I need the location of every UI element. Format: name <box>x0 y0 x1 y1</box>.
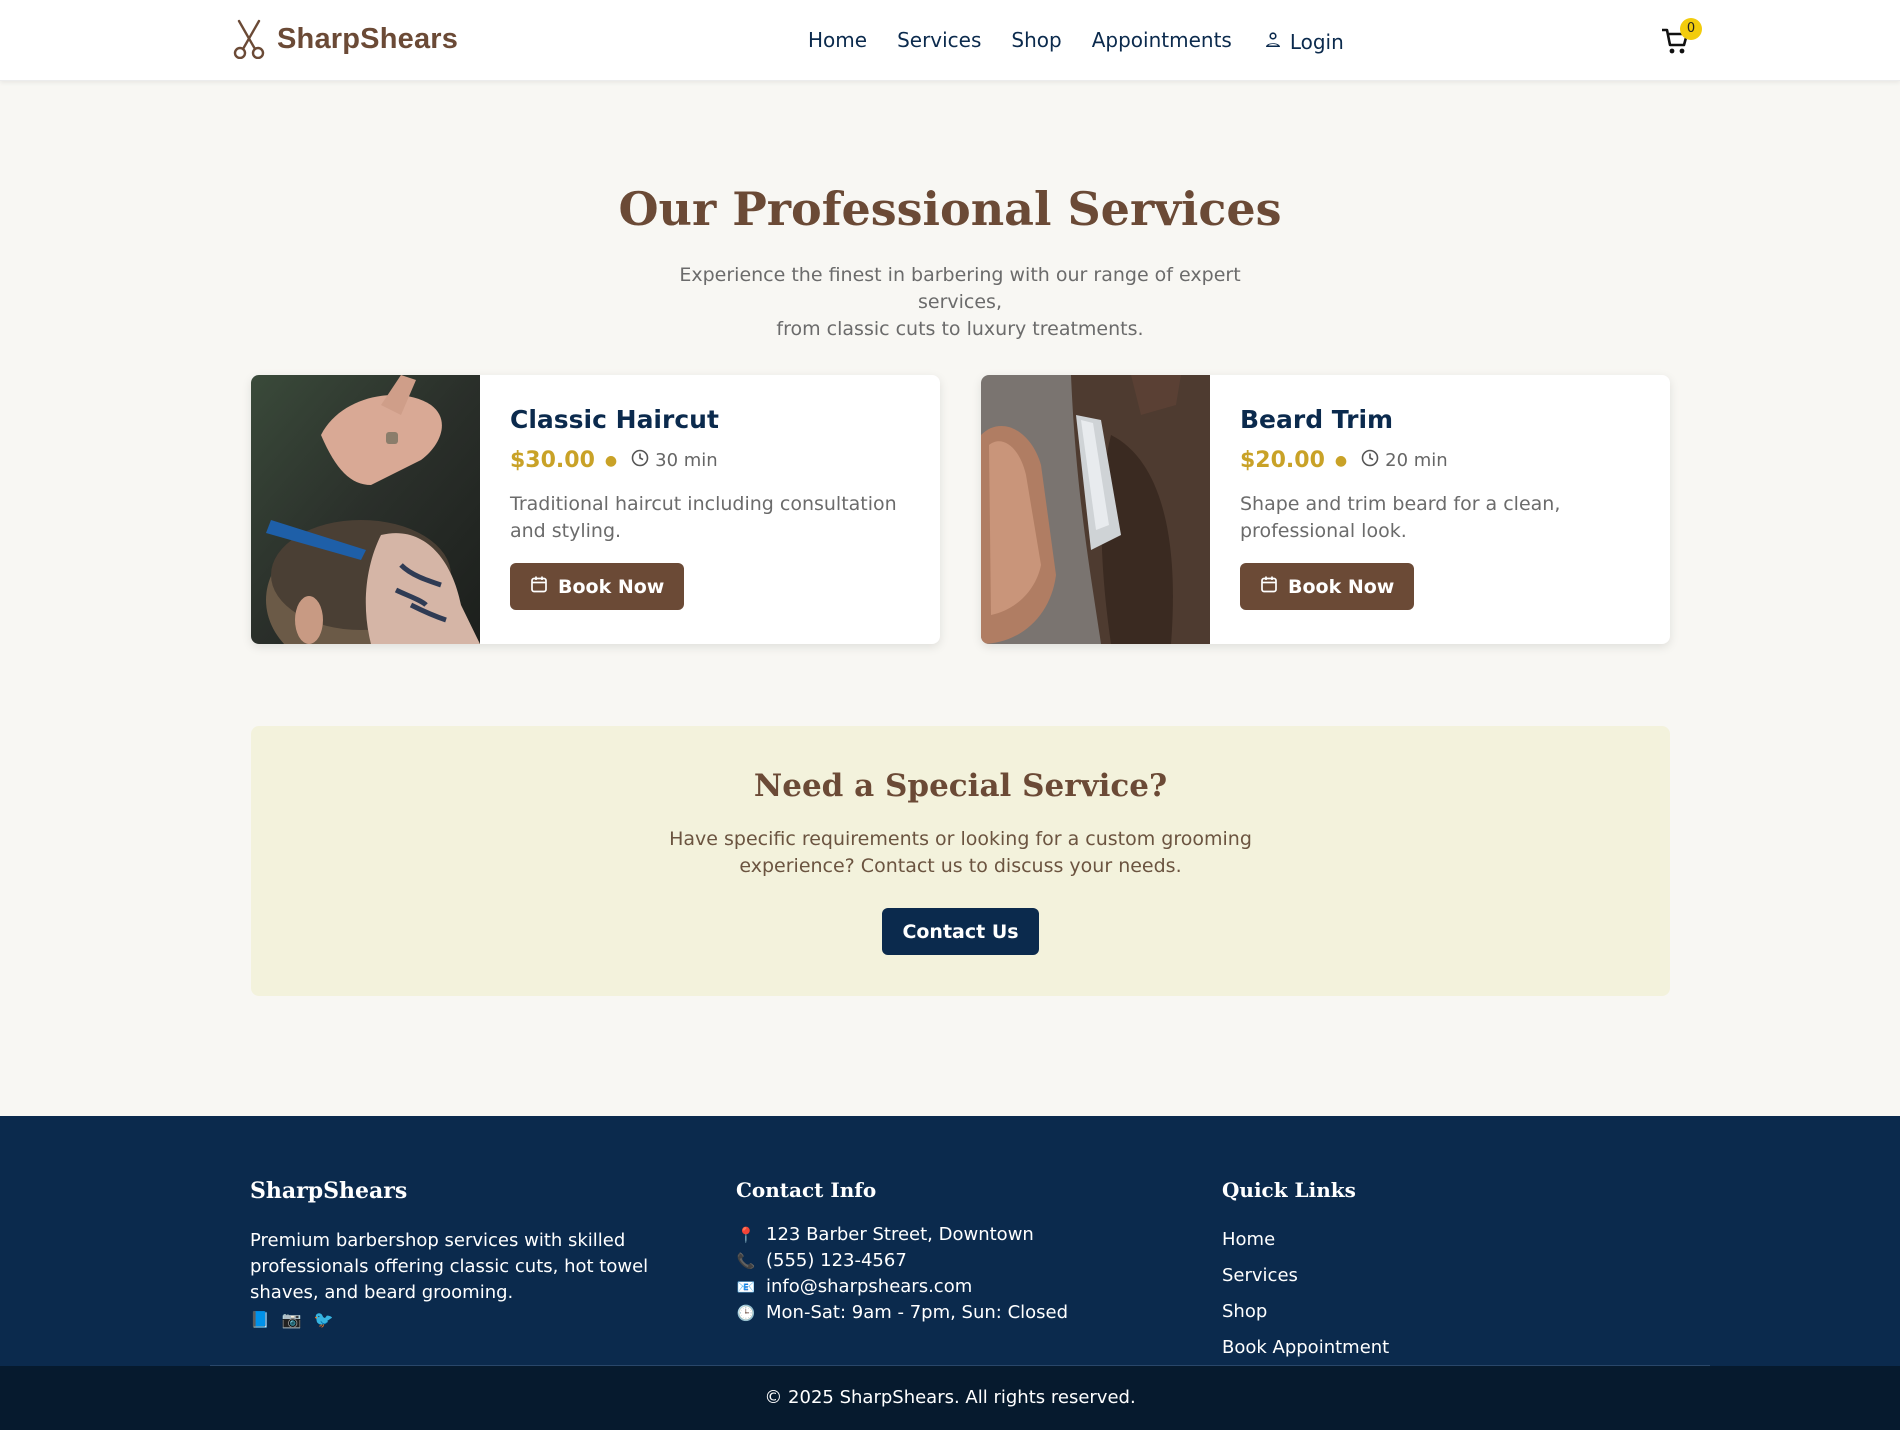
page-subtitle-line-1: Experience the finest in barbering with … <box>679 264 1241 313</box>
service-image-haircut <box>251 375 480 644</box>
nav-appointments[interactable]: Appointments <box>1092 28 1232 52</box>
site-header: SharpShears Home Services Shop Appointme… <box>0 0 1900 81</box>
calendar-icon <box>530 575 548 598</box>
contact-info-list: 📍 123 Barber Street, Downtown 📞 (555) 12… <box>736 1222 1136 1326</box>
contact-address: 📍 123 Barber Street, Downtown <box>736 1222 1136 1248</box>
scissors-icon <box>231 19 267 59</box>
book-now-button[interactable]: Book Now <box>1240 563 1415 610</box>
nav-home[interactable]: Home <box>808 28 867 52</box>
clock-icon <box>631 449 649 472</box>
contact-phone: 📞 (555) 123-4567 <box>736 1248 1136 1274</box>
brand-link[interactable]: SharpShears <box>231 19 458 59</box>
service-title: Classic Haircut <box>510 405 719 434</box>
contact-phone-text: (555) 123-4567 <box>766 1250 907 1271</box>
nav-login[interactable]: Login <box>1264 30 1344 54</box>
contact-address-text: 123 Barber Street, Downtown <box>766 1224 1034 1245</box>
nav-login-label: Login <box>1289 30 1344 54</box>
footer-brand: SharpShears <box>250 1178 408 1204</box>
contact-us-button[interactable]: Contact Us <box>882 908 1039 955</box>
cart-button[interactable]: 0 <box>1660 18 1704 62</box>
footer-links-title: Quick Links <box>1222 1178 1356 1202</box>
book-now-label: Book Now <box>558 575 665 598</box>
contact-email-text: info@sharpshears.com <box>766 1276 973 1297</box>
service-meta: $30.00 ● 30 min <box>510 448 930 473</box>
special-service-text: Have specific requirements or looking fo… <box>669 828 1252 877</box>
nav-shop[interactable]: Shop <box>1011 28 1061 52</box>
footer-link-book-appointment[interactable]: Book Appointment <box>1222 1330 1522 1366</box>
contact-email: 📧 info@sharpshears.com <box>736 1274 1136 1300</box>
cart-count-badge: 0 <box>1680 18 1702 40</box>
footer-about-text: Premium barbershop services with skilled… <box>250 1230 649 1303</box>
service-duration-text: 30 min <box>655 450 718 471</box>
footer-contact: Contact Info 📍 123 Barber Street, Downto… <box>736 1178 1136 1326</box>
site-footer: SharpShears Premium barbershop services … <box>0 1116 1900 1366</box>
service-meta: $20.00 ● 20 min <box>1240 448 1660 473</box>
service-title: Beard Trim <box>1240 405 1394 434</box>
service-price: $20.00 <box>1240 448 1325 473</box>
service-duration: 30 min <box>631 449 718 472</box>
page-title: Our Professional Services <box>618 182 1282 236</box>
special-service-title: Need a Special Service? <box>753 768 1168 804</box>
service-description: Traditional haircut including consultati… <box>510 493 897 542</box>
social-links: 📘 📷 🐦 <box>250 1310 690 1329</box>
book-now-label: Book Now <box>1288 575 1395 598</box>
calendar-icon <box>1260 575 1278 598</box>
book-now-button[interactable]: Book Now <box>510 563 685 610</box>
facebook-icon[interactable]: 📘 <box>250 1310 270 1329</box>
separator-dot: ● <box>1334 452 1348 469</box>
phone-icon: 📞 <box>736 1252 756 1270</box>
service-price: $30.00 <box>510 448 595 473</box>
quick-links-list: Home Services Shop Book Appointment <box>1222 1222 1522 1366</box>
contact-hours: 🕒 Mon-Sat: 9am - 7pm, Sun: Closed <box>736 1300 1136 1326</box>
footer-link-services[interactable]: Services <box>1222 1258 1522 1294</box>
main-nav: Home Services Shop Appointments Login <box>808 26 1374 54</box>
service-card-beard-trim: Beard Trim $20.00 ● 20 min Shape and tri… <box>981 375 1670 644</box>
footer-about: SharpShears Premium barbershop services … <box>250 1178 690 1329</box>
service-image-beard <box>981 375 1210 644</box>
footer-link-shop[interactable]: Shop <box>1222 1294 1522 1330</box>
footer-link-home[interactable]: Home <box>1222 1222 1522 1258</box>
instagram-icon[interactable]: 📷 <box>282 1310 302 1329</box>
contact-hours-text: Mon-Sat: 9am - 7pm, Sun: Closed <box>766 1302 1069 1323</box>
copyright-bar: © 2025 SharpShears. All rights reserved. <box>0 1366 1900 1430</box>
special-service-section: Need a Special Service? Have specific re… <box>251 726 1670 996</box>
clock-icon: 🕒 <box>736 1304 756 1322</box>
nav-services[interactable]: Services <box>897 28 981 52</box>
separator-dot: ● <box>604 452 618 469</box>
brand-name: SharpShears <box>277 22 459 55</box>
email-icon: 📧 <box>736 1278 756 1296</box>
page-subtitle-line-2: from classic cuts to luxury treatments. <box>776 318 1144 340</box>
footer-quick-links: Quick Links Home Services Shop Book Appo… <box>1222 1178 1522 1366</box>
twitter-icon[interactable]: 🐦 <box>314 1310 334 1329</box>
page-subtitle: Experience the finest in barbering with … <box>650 262 1270 343</box>
copyright-text: © 2025 SharpShears. All rights reserved. <box>764 1387 1136 1408</box>
service-card-classic-haircut: Classic Haircut $30.00 ● 30 min Traditio… <box>251 375 940 644</box>
service-description: Shape and trim beard for a clean, profes… <box>1240 493 1561 542</box>
service-duration: 20 min <box>1361 449 1448 472</box>
pin-icon: 📍 <box>736 1226 756 1244</box>
service-duration-text: 20 min <box>1385 450 1448 471</box>
clock-icon <box>1361 449 1379 472</box>
user-icon <box>1264 30 1282 54</box>
footer-contact-title: Contact Info <box>736 1178 877 1202</box>
